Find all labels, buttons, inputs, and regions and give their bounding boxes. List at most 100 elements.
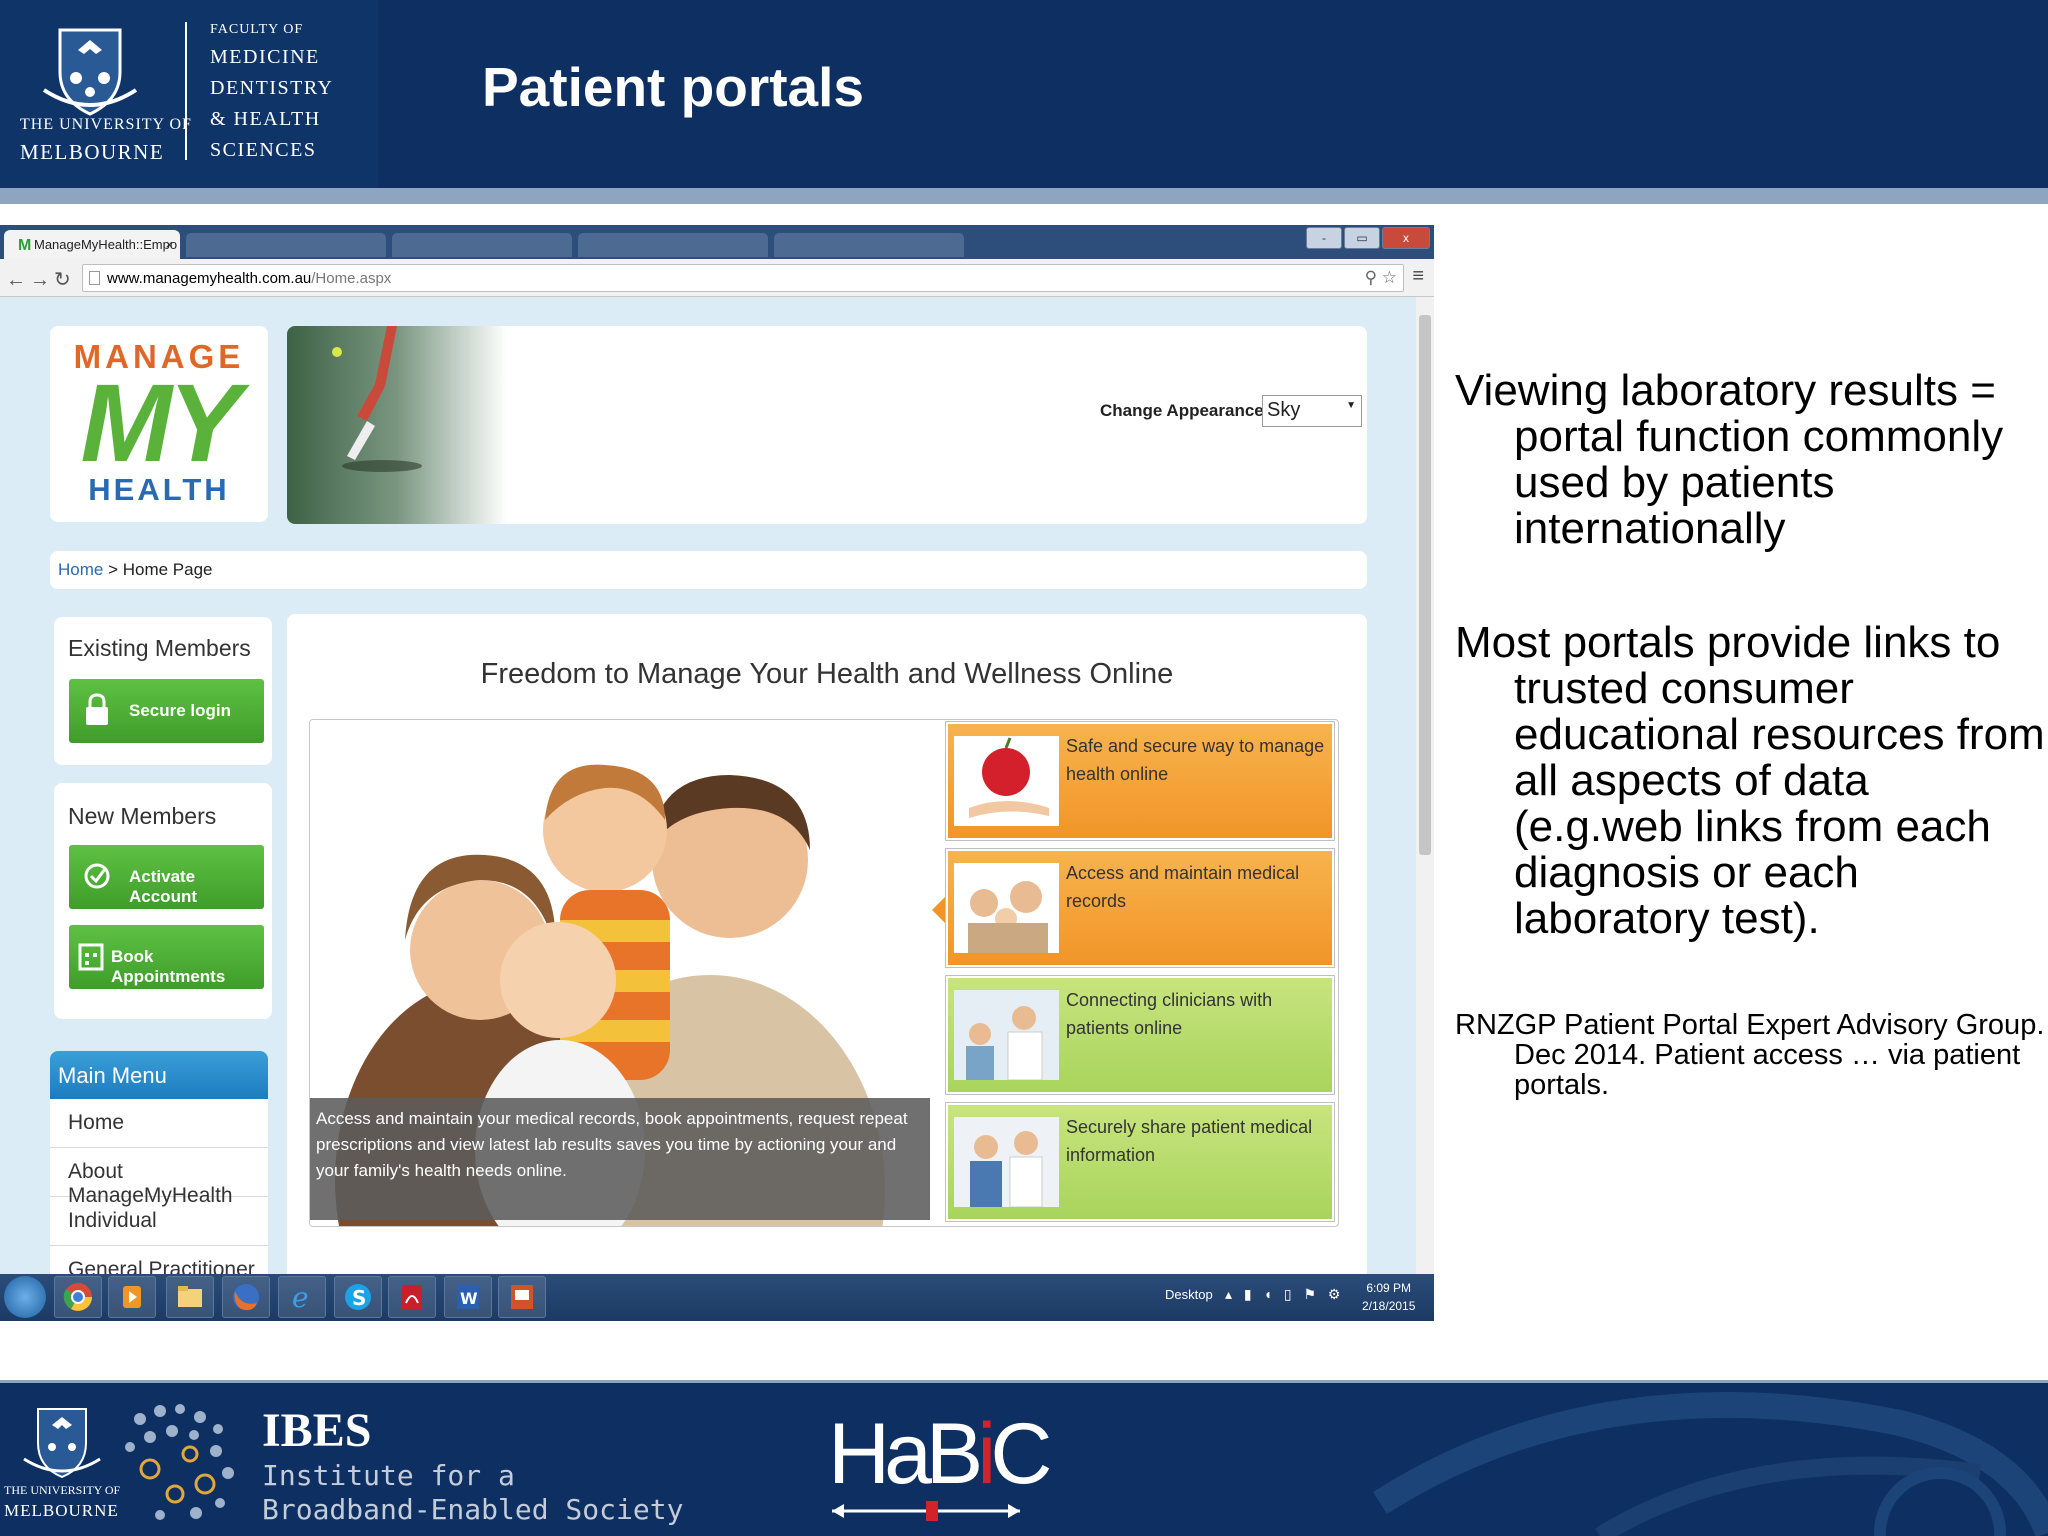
existing-members-panel: Existing Members Secure login: [54, 617, 272, 765]
chrome-taskbar-icon[interactable]: [54, 1276, 102, 1318]
skype-taskbar-icon[interactable]: S: [334, 1276, 382, 1318]
active-feature-pointer-icon: [932, 896, 946, 924]
slide: THE UNIVERSITY OF MELBOURNE FACULTY OF M…: [0, 0, 2048, 1536]
file-explorer-taskbar-icon[interactable]: [166, 1276, 214, 1318]
browser-tab-bar: M ManageMyHealth::Empo × - ▭ x: [0, 225, 1434, 259]
menu-item-home[interactable]: Home: [50, 1099, 268, 1148]
zoom-and-star-icons[interactable]: ⚲ ☆: [1365, 268, 1397, 288]
menu-item-general-practitioner[interactable]: General Practitioner: [50, 1246, 268, 1274]
slide-header: THE UNIVERSITY OF MELBOURNE FACULTY OF M…: [0, 0, 2048, 188]
reload-icon[interactable]: ↻: [54, 269, 75, 291]
logo-divider: [185, 22, 187, 160]
runner-image: [332, 326, 422, 472]
footer-university-of: THE UNIVERSITY OF: [4, 1483, 121, 1497]
habic-logo: HaBiC: [828, 1405, 1053, 1504]
footer-university-name: MELBOURNE: [4, 1501, 119, 1520]
feature-card[interactable]: Safe and secure way to manage health onl…: [945, 721, 1335, 841]
browser-screenshot: M ManageMyHealth::Empo × - ▭ x ←→↻ www.m…: [0, 225, 1434, 1321]
site-logo[interactable]: MANAGE MY HEALTH: [50, 326, 268, 522]
browser-tab[interactable]: [774, 233, 964, 257]
browser-tab-active[interactable]: M ManageMyHealth::Empo ×: [4, 230, 180, 259]
secure-login-button[interactable]: Secure login: [69, 679, 264, 743]
university-logo: THE UNIVERSITY OF MELBOURNE FACULTY OF M…: [0, 0, 378, 188]
existing-members-title: Existing Members: [68, 635, 251, 661]
svg-text:e: e: [292, 1281, 309, 1314]
decorative-swirl: [1373, 1392, 2048, 1536]
habic-logo-part: C: [990, 1406, 1052, 1502]
feature-slider: Access and maintain your medical records…: [309, 719, 1339, 1227]
feature-text: Safe and secure way to manage health onl…: [1066, 736, 1325, 784]
ibes-logo-text: IBES: [262, 1404, 372, 1457]
window-controls: - ▭ x: [1306, 227, 1430, 249]
faculty-line: DENTISTRY: [210, 77, 334, 99]
feature-text: Securely share patient medical informati…: [1066, 1117, 1313, 1165]
site-logo-text: MANAGE MY HEALTH: [50, 338, 268, 508]
word-taskbar-icon[interactable]: W: [444, 1276, 492, 1318]
feature-card[interactable]: Connecting clinicians with patients onli…: [945, 975, 1335, 1095]
firefox-taskbar-icon[interactable]: [222, 1276, 270, 1318]
feature-text: Connecting clinicians with patients onli…: [1066, 990, 1273, 1038]
habic-logo-part: HaB: [828, 1406, 983, 1502]
university-crest-icon: [42, 28, 138, 116]
browser-tab[interactable]: [392, 233, 572, 257]
calendar-icon: [78, 943, 104, 971]
activate-account-button[interactable]: Activate Account: [69, 845, 264, 909]
feature-text: Access and maintain medical records: [1066, 863, 1300, 911]
browser-tab[interactable]: [578, 233, 768, 257]
tab-close-icon[interactable]: ×: [165, 237, 173, 252]
habic-arrows-icon: [832, 1501, 1020, 1521]
windows-taskbar: e S W Desktop ▴ ▮ ◖ ▯ ⚑ ⚙ 6:09 PM 2/18/2…: [0, 1274, 1434, 1321]
web-page: MANAGE MY HEALTH Change Appearance Sky ▼…: [0, 297, 1416, 1274]
book-appointments-button[interactable]: Book Appointments: [69, 925, 264, 989]
windows-start-icon[interactable]: [4, 1276, 46, 1318]
internet-explorer-taskbar-icon[interactable]: e: [278, 1276, 326, 1318]
scrollbar-thumb[interactable]: [1419, 315, 1431, 855]
appearance-select[interactable]: Sky ▼: [1262, 395, 1362, 427]
forward-arrow-icon[interactable]: →: [30, 269, 54, 291]
close-button[interactable]: x: [1382, 227, 1430, 249]
maximize-button[interactable]: ▭: [1344, 227, 1380, 249]
nav-buttons: ←→↻: [6, 267, 75, 292]
clock-time: 6:09 PM: [1366, 1281, 1412, 1295]
content-panel: Freedom to Manage Your Health and Wellne…: [287, 614, 1367, 1274]
clock-date: 2/18/2015: [1362, 1299, 1416, 1313]
family-photo: Access and maintain your medical records…: [310, 720, 930, 1226]
clinicians-thumbnail: [954, 990, 1059, 1080]
university-of-label: THE UNIVERSITY OF: [20, 116, 192, 133]
media-player-taskbar-icon[interactable]: [108, 1276, 156, 1318]
back-arrow-icon[interactable]: ←: [6, 269, 30, 291]
bullet-lab-results: Viewing laboratory results = portal func…: [1455, 366, 2004, 553]
system-clock[interactable]: 6:09 PM 2/18/2015: [1362, 1279, 1415, 1315]
url-input[interactable]: www.managemyhealth.com.au/Home.aspx ⚲ ☆: [82, 264, 1404, 292]
bullet-educational-resources: Most portals provide links to trusted co…: [1455, 618, 2045, 943]
browser-tab[interactable]: [186, 233, 386, 257]
slide-title: Patient portals: [482, 56, 865, 118]
url-path: /Home.aspx: [311, 270, 392, 287]
browser-menu-icon[interactable]: ≡: [1412, 265, 1424, 288]
system-tray-icons[interactable]: ▴ ▮ ◖ ▯ ⚑ ⚙: [1225, 1286, 1344, 1303]
change-appearance-label: Change Appearance: [1100, 401, 1264, 420]
doctors-thumbnail: [954, 1117, 1059, 1207]
breadcrumb-separator: >: [103, 560, 123, 579]
desktop-toolbar-label[interactable]: Desktop: [1165, 1287, 1213, 1302]
adobe-reader-taskbar-icon[interactable]: [388, 1276, 436, 1318]
powerpoint-taskbar-icon[interactable]: [498, 1276, 546, 1318]
faculty-line: MEDICINE: [210, 46, 320, 68]
minimize-button[interactable]: -: [1306, 227, 1342, 249]
photo-caption: Access and maintain your medical records…: [310, 1098, 930, 1220]
address-bar-row: ←→↻ www.managemyhealth.com.au/Home.aspx …: [0, 259, 1434, 297]
ibes-tagline-1: Institute for a: [262, 1459, 515, 1492]
ibes-tagline-2: Broadband-Enabled Society: [262, 1493, 684, 1526]
new-members-title: New Members: [68, 803, 217, 829]
family-thumbnail: [954, 863, 1059, 953]
page-scrollbar[interactable]: [1416, 297, 1434, 1274]
feature-card[interactable]: Access and maintain medical records: [945, 848, 1335, 968]
logo-word-my: MY: [80, 362, 242, 485]
slide-footer: THE UNIVERSITY OF MELBOURNE IBES Institu…: [0, 1383, 2048, 1536]
svg-text:W: W: [460, 1289, 478, 1308]
feature-card[interactable]: Securely share patient medical informati…: [945, 1102, 1335, 1222]
page-icon: [89, 271, 100, 285]
dropdown-arrow-icon: ▼: [1346, 400, 1356, 411]
breadcrumb-home-link[interactable]: Home: [58, 560, 103, 579]
menu-item-about[interactable]: About ManageMyHealth: [50, 1148, 268, 1207]
